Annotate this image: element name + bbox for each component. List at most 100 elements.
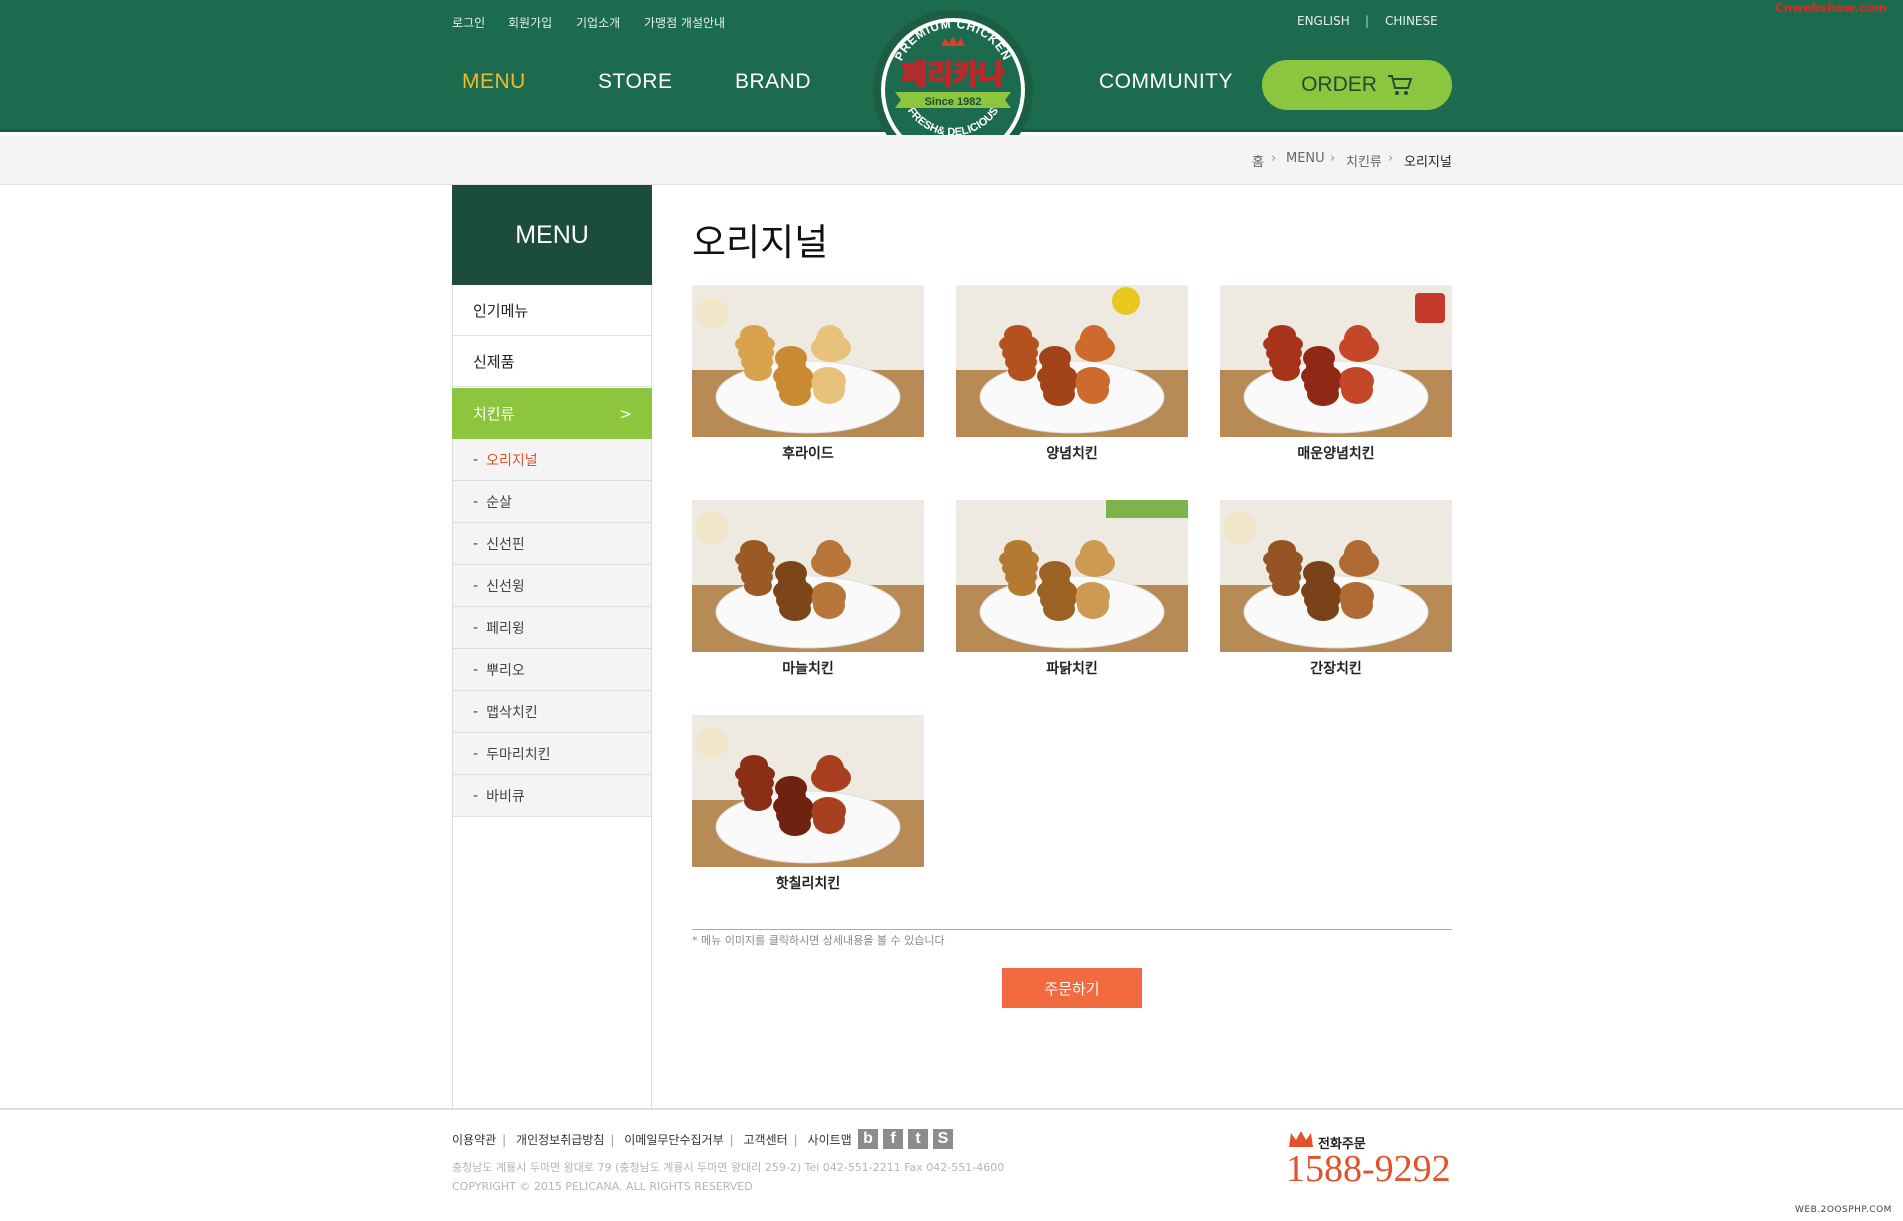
submenu-bullet: - [473, 493, 479, 510]
submenu-bullet: - [473, 451, 479, 468]
sidebar-item-chicken[interactable]: 치킨류 > [452, 388, 652, 439]
breadcrumb-home[interactable]: 홈 [1252, 151, 1264, 170]
submenu-maepsak[interactable]: - 맵삭치킨 [453, 691, 651, 733]
nav-store[interactable]: STORE [598, 70, 672, 94]
submenu-label: 신선윙 [486, 578, 525, 595]
chevron-right-icon: > [619, 404, 632, 423]
sidebar-item-label: 치킨류 [473, 405, 515, 423]
submenu-bullet: - [473, 577, 479, 594]
product-image[interactable] [692, 715, 924, 867]
nav-community[interactable]: COMMUNITY [1099, 70, 1233, 94]
submenu-label: 오리지널 [486, 452, 538, 469]
product-image[interactable] [692, 285, 924, 437]
story-icon[interactable]: S [933, 1129, 953, 1149]
chevron-right-icon: › [1388, 151, 1394, 166]
product-card[interactable]: 후라이드 [692, 285, 924, 462]
submenu-ppurio[interactable]: - 뿌리오 [453, 649, 651, 691]
breadcrumb-menu[interactable]: MENU [1286, 151, 1325, 166]
sidebar-title: MENU [452, 185, 652, 285]
order-now-button[interactable]: 주문하기 [1002, 968, 1142, 1008]
submenu-label: 맵삭치킨 [486, 704, 538, 721]
order-button[interactable]: ORDER [1262, 60, 1452, 110]
product-image[interactable] [1220, 285, 1452, 437]
submenu-fresh-wing[interactable]: - 신선윙 [453, 565, 651, 607]
divider [692, 929, 1452, 930]
twitter-icon[interactable]: t [908, 1129, 928, 1149]
product-name[interactable]: 마늘치킨 [692, 658, 924, 678]
watermark-top: Cnwebshow.com [1775, 1, 1887, 15]
submenu-label: 뿌리오 [486, 662, 525, 679]
product-card[interactable]: 간장치킨 [1220, 500, 1452, 677]
product-card[interactable]: 매운양념치킨 [1220, 285, 1452, 462]
footer-divider [0, 1108, 1903, 1110]
watermark-bottom: WEB.2OOSPHP.COM [1795, 1205, 1892, 1215]
submenu-bullet: - [473, 745, 479, 762]
footer-link-terms[interactable]: 이용약관 [452, 1133, 496, 1147]
product-image[interactable] [692, 500, 924, 652]
product-card[interactable]: 마늘치킨 [692, 500, 924, 677]
submenu-label: 페리윙 [486, 620, 525, 637]
submenu-original[interactable]: - 오리지널 [453, 439, 651, 481]
submenu-peri-wing[interactable]: - 페리윙 [453, 607, 651, 649]
franchise-link[interactable]: 가맹점 개설안내 [644, 14, 725, 31]
product-name[interactable]: 후라이드 [692, 443, 924, 463]
chevron-right-icon: › [1271, 151, 1277, 166]
footer-separator: | [610, 1133, 615, 1147]
footer-link-privacy[interactable]: 개인정보취급방침 [516, 1133, 604, 1147]
submenu-label: 신선핀 [486, 536, 525, 553]
chinese-link[interactable]: CHINESE [1385, 14, 1438, 28]
footer-link-email-policy[interactable]: 이메일무단수집거부 [624, 1133, 723, 1147]
english-link[interactable]: ENGLISH [1297, 14, 1350, 28]
order-label: ORDER [1301, 73, 1377, 96]
product-name[interactable]: 핫칠리치킨 [692, 873, 924, 893]
submenu-boneless[interactable]: - 순살 [453, 481, 651, 523]
product-image[interactable] [956, 285, 1188, 437]
footer-separator: | [729, 1133, 734, 1147]
product-card[interactable]: 핫칠리치킨 [692, 715, 924, 892]
product-name[interactable]: 매운양념치킨 [1220, 443, 1452, 463]
submenu-label: 순살 [486, 494, 512, 511]
logo-since: Since 1982 [925, 96, 982, 108]
footer-link-support[interactable]: 고객센터 [744, 1133, 788, 1147]
submenu-two-chickens[interactable]: - 두마리치킨 [453, 733, 651, 775]
product-card[interactable]: 양념치킨 [956, 285, 1188, 462]
submenu-bullet: - [473, 787, 479, 804]
submenu-bullet: - [473, 535, 479, 552]
product-name[interactable]: 양념치킨 [956, 443, 1188, 463]
blog-icon[interactable]: b [858, 1129, 878, 1149]
phone-number[interactable]: 1588-9292 [1286, 1147, 1451, 1191]
signup-link[interactable]: 회원가입 [508, 14, 552, 31]
submenu-barbecue[interactable]: - 바비큐 [453, 775, 651, 817]
product-name[interactable]: 간장치킨 [1220, 658, 1452, 678]
nav-brand[interactable]: BRAND [735, 70, 811, 94]
footer-separator: | [502, 1133, 507, 1147]
nav-menu[interactable]: MENU [462, 70, 526, 94]
product-card[interactable]: 파닭치킨 [956, 500, 1188, 677]
product-image[interactable] [956, 500, 1188, 652]
footer-address: 충청남도 계룡시 두마면 왕대로 79 (충청남도 계룡시 두마면 왕대리 25… [452, 1161, 1005, 1174]
cart-icon [1387, 75, 1413, 95]
crown-icon [1289, 1131, 1313, 1147]
sidebar-item-new[interactable]: 신제품 [452, 336, 652, 387]
login-link[interactable]: 로그인 [452, 14, 485, 31]
submenu-bullet: - [473, 703, 479, 720]
submenu-bullet: - [473, 619, 479, 636]
submenu-label: 바비큐 [486, 788, 525, 805]
lang-separator: | [1365, 14, 1370, 28]
sidebar-item-label: 신제품 [473, 352, 515, 371]
footer-copyright: COPYRIGHT © 2015 PELICANA. ALL RIGHTS RE… [452, 1180, 753, 1193]
sidebar-item-label: 인기메뉴 [473, 301, 529, 320]
breadcrumb-current: 오리지널 [1404, 155, 1452, 170]
submenu-fresh-pin[interactable]: - 신선핀 [453, 523, 651, 565]
facebook-icon[interactable]: f [883, 1129, 903, 1149]
product-image[interactable] [1220, 500, 1452, 652]
breadcrumb-chicken[interactable]: 치킨류 [1346, 151, 1382, 170]
company-link[interactable]: 기업소개 [576, 14, 620, 31]
footer-separator: | [793, 1133, 798, 1147]
page-title: 오리지널 [692, 221, 829, 264]
product-name[interactable]: 파닭치킨 [956, 658, 1188, 678]
sidebar-item-popular[interactable]: 인기메뉴 [452, 285, 652, 336]
submenu-bullet: - [473, 661, 479, 678]
chevron-right-icon: › [1330, 151, 1336, 166]
footer-link-sitemap[interactable]: 사이트맵 [808, 1133, 852, 1147]
